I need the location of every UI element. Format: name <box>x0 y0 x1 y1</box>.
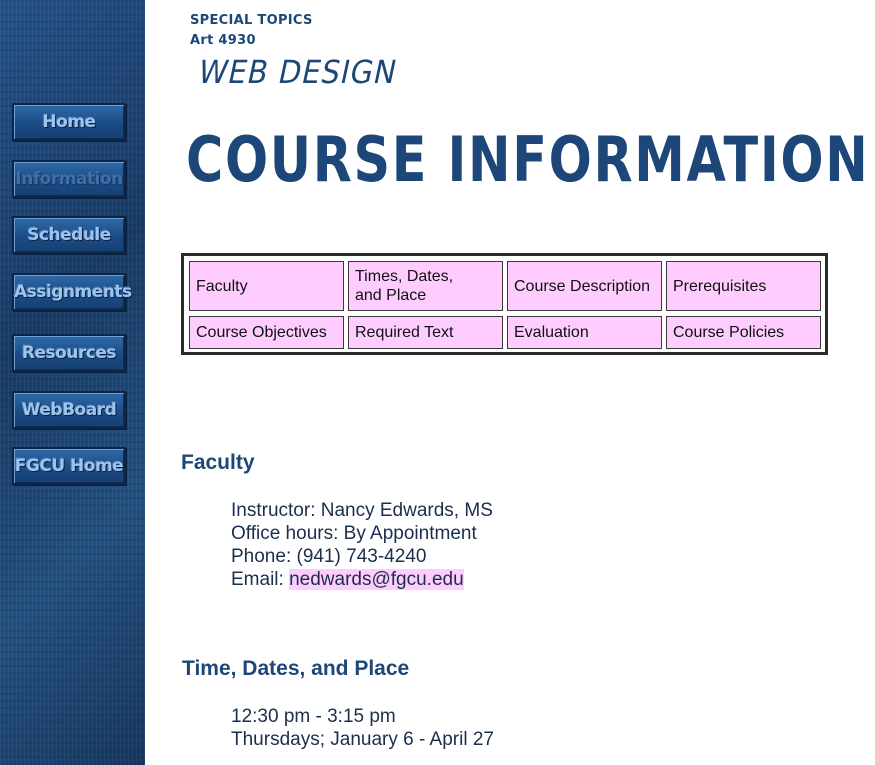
phone-line: Phone: (941) 743-4240 <box>231 546 427 567</box>
nav-webboard-button[interactable]: WebBoard <box>12 391 126 429</box>
nav-home-button[interactable]: Home <box>12 103 126 141</box>
link-label: Prerequisites <box>673 277 767 295</box>
special-topics-label: SPECIAL TOPICS <box>190 13 313 28</box>
link-label: Faculty <box>196 277 248 295</box>
class-hours-line: 12:30 pm - 3:15 pm <box>231 706 396 727</box>
course-number-label: Art 4930 <box>190 33 256 48</box>
link-times-dates-place[interactable]: Times, Dates, and Place <box>348 261 503 311</box>
nav-information-button[interactable]: Information <box>12 160 126 198</box>
link-label: Course Description <box>514 277 651 295</box>
web-design-subtitle: WEB DESIGN <box>195 53 401 91</box>
link-label: Evaluation <box>514 324 589 341</box>
nav-schedule-button[interactable]: Schedule <box>12 216 126 254</box>
class-days-line: Thursdays; January 6 - April 27 <box>231 729 494 750</box>
office-hours-line: Office hours: By Appointment <box>231 523 477 544</box>
link-course-description[interactable]: Course Description <box>507 261 662 311</box>
email-link[interactable]: nedwards@fgcu.edu <box>289 569 464 590</box>
email-line: Email: nedwards@fgcu.edu <box>231 568 493 591</box>
link-label: Times, Dates, and Place <box>355 268 454 304</box>
link-evaluation[interactable]: Evaluation <box>507 316 662 349</box>
link-faculty[interactable]: Faculty <box>189 261 344 311</box>
nav-fgcu-home-button[interactable]: FGCU Home <box>12 447 126 485</box>
link-label: Course Policies <box>673 324 785 341</box>
instructor-line: Instructor: Nancy Edwards, MS <box>231 500 493 521</box>
time-dates-place-heading: Time, Dates, and Place <box>182 657 410 680</box>
link-required-text[interactable]: Required Text <box>348 316 503 349</box>
link-course-policies[interactable]: Course Policies <box>666 316 821 349</box>
faculty-info: Instructor: Nancy Edwards, MS Office hou… <box>231 499 493 591</box>
link-label: Course Objectives <box>196 324 327 341</box>
nav-resources-button[interactable]: Resources <box>12 334 126 372</box>
time-info: 12:30 pm - 3:15 pm Thursdays; January 6 … <box>231 705 494 751</box>
sidebar: Home Information Schedule Assignments Re… <box>0 0 145 765</box>
link-label: Required Text <box>355 324 454 341</box>
page-title: COURSE INFORMATION <box>186 123 870 196</box>
link-prerequisites[interactable]: Prerequisites <box>666 261 821 311</box>
email-label: Email: <box>231 569 290 590</box>
link-course-objectives[interactable]: Course Objectives <box>189 316 344 349</box>
nav-assignments-button[interactable]: Assignments <box>12 273 132 311</box>
course-code-header: SPECIAL TOPICS Art 4930 <box>190 11 313 51</box>
faculty-heading: Faculty <box>181 451 255 474</box>
section-link-table: Faculty Times, Dates, and Place Course D… <box>181 253 828 355</box>
